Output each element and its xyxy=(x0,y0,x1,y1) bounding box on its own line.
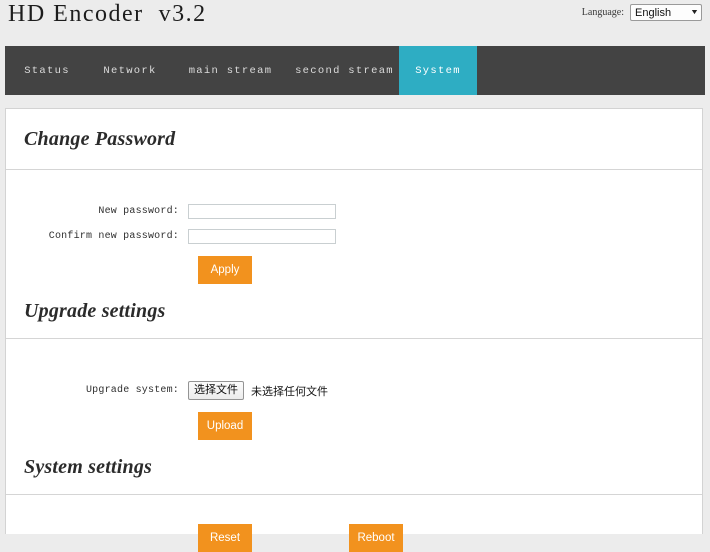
nav-item-status[interactable]: Status xyxy=(5,46,89,95)
change-password-header: Change Password xyxy=(6,109,702,169)
upgrade-settings-header: Upgrade settings xyxy=(6,284,702,338)
chevron-down-icon: ▼ xyxy=(690,9,700,16)
section-divider xyxy=(6,494,702,495)
nav-item-main-stream[interactable]: main stream xyxy=(171,46,290,95)
upload-button-row: Upload xyxy=(198,412,702,440)
upgrade-system-label: Upgrade system: xyxy=(85,385,179,396)
apply-button-row: Apply xyxy=(198,256,702,284)
choose-file-button[interactable]: 选择文件 xyxy=(188,381,244,400)
reset-button[interactable]: Reset xyxy=(198,524,252,552)
system-buttons-row: Reset Reboot xyxy=(6,524,702,552)
upgrade-settings-heading: Upgrade settings xyxy=(24,299,166,322)
content-panel: Change Password New password: Confirm ne… xyxy=(5,108,703,552)
confirm-password-label: Confirm new password: xyxy=(48,230,179,242)
new-password-row: New password: xyxy=(6,200,702,222)
upgrade-settings-body: Upgrade system: 选择文件 未选择任何文件 Upload xyxy=(6,381,702,440)
main-navigation: Status Network main stream second stream… xyxy=(5,46,705,95)
section-divider xyxy=(6,169,702,170)
app-title: HD Encoder v3.2 xyxy=(8,1,207,27)
new-password-input[interactable] xyxy=(188,203,336,219)
nav-item-network[interactable]: Network xyxy=(89,46,171,95)
confirm-password-input[interactable] xyxy=(188,228,336,244)
new-password-label: New password: xyxy=(98,205,179,217)
system-settings-header: System settings xyxy=(6,440,702,494)
change-password-body: New password: Confirm new password: Appl… xyxy=(6,200,702,284)
language-select-value: English xyxy=(635,6,672,19)
system-settings-heading: System settings xyxy=(24,455,153,478)
nav-item-second-stream[interactable]: second stream xyxy=(290,46,399,95)
language-select[interactable]: English ▼ xyxy=(630,4,702,21)
page-header: HD Encoder v3.2 Language: English ▼ xyxy=(0,0,710,46)
file-status-text: 未选择任何文件 xyxy=(251,384,328,398)
system-settings-body: Reset Reboot xyxy=(6,524,702,552)
apply-button[interactable]: Apply xyxy=(198,256,252,284)
change-password-heading: Change Password xyxy=(24,127,176,150)
upload-button[interactable]: Upload xyxy=(198,412,252,440)
nav-item-system[interactable]: System xyxy=(399,46,477,95)
confirm-password-row: Confirm new password: xyxy=(6,225,702,247)
section-divider xyxy=(6,338,702,339)
upgrade-system-row: Upgrade system: 选择文件 未选择任何文件 xyxy=(6,381,702,400)
language-selector-group: Language: English ▼ xyxy=(582,4,702,21)
language-label: Language: xyxy=(581,7,624,18)
reboot-button[interactable]: Reboot xyxy=(349,524,403,552)
